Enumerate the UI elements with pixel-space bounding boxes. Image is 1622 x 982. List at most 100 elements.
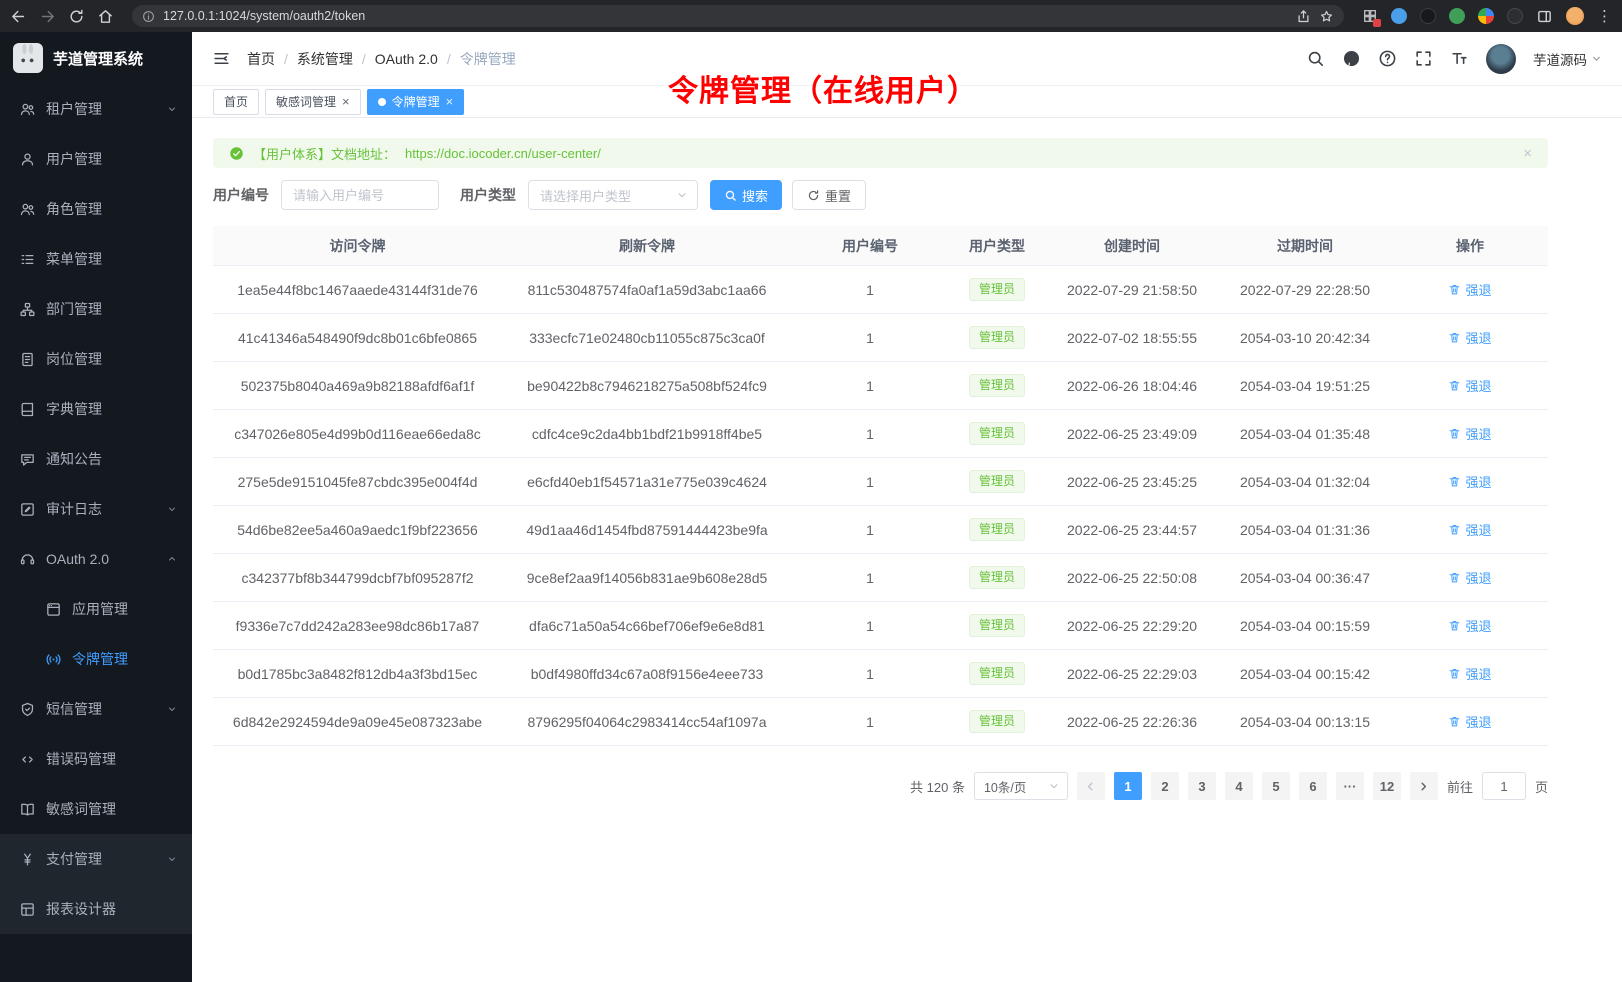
access-token-cell: 6d842e2924594de9a09e45e087323abe: [213, 714, 502, 730]
paw-extension-icon[interactable]: [1507, 8, 1523, 24]
create-time-cell: 2022-07-29 21:58:50: [1046, 282, 1218, 298]
site-info-icon[interactable]: [142, 10, 155, 23]
chevron-down-icon: [1591, 53, 1602, 64]
bookmark-star-icon[interactable]: [1319, 9, 1334, 24]
url-text[interactable]: 127.0.0.1:1024/system/oauth2/token: [163, 9, 1288, 23]
side-panel-icon[interactable]: [1536, 8, 1553, 25]
sidebar-item-sensitive-word[interactable]: 敏感词管理: [0, 784, 192, 834]
force-logout-button[interactable]: 强退: [1448, 328, 1491, 347]
page-size-select[interactable]: 10条/页: [974, 772, 1068, 800]
reload-icon[interactable]: [68, 8, 85, 25]
sidebar-item-dept[interactable]: 部门管理: [0, 284, 192, 334]
sidebar-item-notice[interactable]: 通知公告: [0, 434, 192, 484]
breadcrumb-item[interactable]: 系统管理: [297, 49, 353, 69]
sidebar-item-label: 短信管理: [46, 699, 102, 719]
reset-button[interactable]: 重置: [792, 180, 866, 210]
user-type-cell: 管理员: [948, 662, 1046, 685]
goto-page-input[interactable]: [1482, 772, 1526, 800]
sidebar-item-role[interactable]: 角色管理: [0, 184, 192, 234]
page-button-2[interactable]: 2: [1151, 772, 1179, 800]
sidebar-item-oauth2[interactable]: OAuth 2.0: [0, 534, 192, 584]
next-page-button[interactable]: [1410, 772, 1438, 800]
breadcrumb-item[interactable]: OAuth 2.0: [375, 51, 438, 67]
action-cell: 强退: [1392, 280, 1548, 299]
app-logo[interactable]: 芋道管理系统: [0, 32, 192, 84]
back-icon[interactable]: [10, 8, 27, 25]
success-check-icon: [229, 146, 244, 161]
github-icon[interactable]: [1342, 49, 1361, 68]
page-button-4[interactable]: 4: [1225, 772, 1253, 800]
sidebar-item-error-code[interactable]: 错误码管理: [0, 734, 192, 784]
force-logout-button[interactable]: 强退: [1448, 424, 1491, 443]
blue-extension-icon[interactable]: [1391, 8, 1407, 24]
sidebar-item-sms[interactable]: 短信管理: [0, 684, 192, 734]
sidebar-item-dict[interactable]: 字典管理: [0, 384, 192, 434]
refresh-token-cell: 49d1aa46d1454fbd87591444423be9fa: [502, 522, 792, 538]
sidebar-item-tenant[interactable]: 租户管理: [0, 84, 192, 134]
forward-icon[interactable]: [39, 8, 56, 25]
alert-close-icon[interactable]: ×: [1523, 146, 1532, 161]
refresh-icon: [807, 189, 820, 202]
create-time-cell: 2022-06-25 23:49:09: [1046, 426, 1218, 442]
force-logout-button[interactable]: 强退: [1448, 616, 1491, 635]
column-header: 过期时间: [1218, 236, 1392, 256]
force-logout-button[interactable]: 强退: [1448, 376, 1491, 395]
force-logout-button[interactable]: 强退: [1448, 520, 1491, 539]
font-size-icon[interactable]: [1450, 49, 1469, 68]
prev-page-button[interactable]: [1077, 772, 1105, 800]
user-type-select[interactable]: 请选择用户类型: [528, 180, 698, 210]
collapse-menu-icon[interactable]: [212, 49, 231, 68]
active-tab-dot: [378, 98, 386, 106]
browser-profile-avatar[interactable]: [1566, 7, 1584, 25]
url-bar[interactable]: 127.0.0.1:1024/system/oauth2/token: [132, 5, 1344, 27]
user-menu[interactable]: 芋道源码: [1533, 49, 1602, 69]
page-button-12[interactable]: 12: [1373, 772, 1401, 800]
browser-menu-icon[interactable]: ⋮: [1597, 9, 1612, 24]
page-button-5[interactable]: 5: [1262, 772, 1290, 800]
sidebar-item-label: 角色管理: [46, 199, 102, 219]
sidebar-item-report-designer[interactable]: 报表设计器: [0, 884, 192, 934]
green-extension-icon[interactable]: [1449, 8, 1465, 24]
search-icon[interactable]: [1306, 49, 1325, 68]
search-button[interactable]: 搜索: [710, 180, 782, 210]
sidebar-item-oauth2-token[interactable]: 令牌管理: [0, 634, 192, 684]
force-logout-button[interactable]: 强退: [1448, 568, 1491, 587]
home-icon[interactable]: [97, 8, 114, 25]
help-icon[interactable]: [1378, 49, 1397, 68]
dark-extension-icon[interactable]: [1420, 8, 1436, 24]
force-logout-button[interactable]: 强退: [1448, 280, 1491, 299]
doc-link[interactable]: https://doc.iocoder.cn/user-center/: [405, 146, 601, 161]
pinwheel-extension-icon[interactable]: [1478, 8, 1494, 24]
page-more-button[interactable]: ···: [1336, 772, 1364, 800]
sidebar-menu: 租户管理用户管理角色管理菜单管理部门管理岗位管理字典管理通知公告审计日志OAut…: [0, 84, 192, 982]
user-avatar[interactable]: [1486, 44, 1516, 74]
close-icon[interactable]: ×: [446, 95, 454, 108]
tab-token[interactable]: 令牌管理 ×: [367, 89, 465, 115]
user-id-input[interactable]: [281, 180, 439, 210]
tab-sensitive-word[interactable]: 敏感词管理 ×: [265, 89, 361, 115]
close-icon[interactable]: ×: [342, 95, 350, 108]
share-icon[interactable]: [1296, 9, 1311, 24]
filter-bar: 用户编号 用户类型 请选择用户类型 搜索 重置: [213, 180, 1622, 210]
sidebar-item-post[interactable]: 岗位管理: [0, 334, 192, 384]
extensions-icon[interactable]: [1362, 8, 1378, 24]
sidebar-item-audit-log[interactable]: 审计日志: [0, 484, 192, 534]
breadcrumb-item[interactable]: 首页: [247, 49, 275, 69]
sidebar-item-user[interactable]: 用户管理: [0, 134, 192, 184]
force-logout-label: 强退: [1465, 328, 1491, 347]
tab-home[interactable]: 首页: [213, 89, 259, 115]
sidebar-item-oauth2-app[interactable]: 应用管理: [0, 584, 192, 634]
page-button-3[interactable]: 3: [1188, 772, 1216, 800]
fullscreen-icon[interactable]: [1414, 49, 1433, 68]
sidebar-item-pay[interactable]: 支付管理: [0, 834, 192, 884]
page-button-1[interactable]: 1: [1114, 772, 1142, 800]
expire-time-cell: 2054-03-04 00:15:42: [1218, 666, 1392, 682]
sidebar-item-label: 支付管理: [46, 849, 102, 869]
page-button-6[interactable]: 6: [1299, 772, 1327, 800]
open-book-icon: [19, 801, 36, 818]
force-logout-button[interactable]: 强退: [1448, 712, 1491, 731]
user-id-cell: 1: [792, 618, 948, 634]
force-logout-button[interactable]: 强退: [1448, 664, 1491, 683]
force-logout-button[interactable]: 强退: [1448, 472, 1491, 491]
sidebar-item-menu[interactable]: 菜单管理: [0, 234, 192, 284]
